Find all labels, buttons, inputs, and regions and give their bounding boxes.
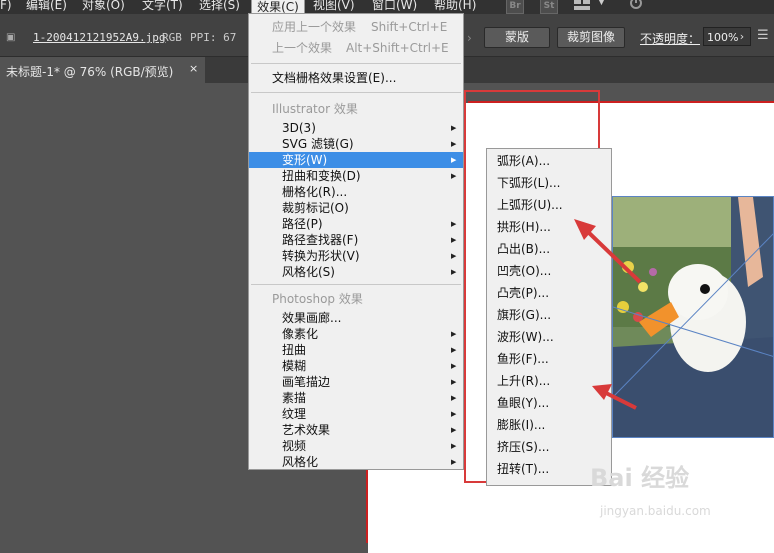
watermark-url: jingyan.baidu.com	[600, 504, 711, 518]
annotation-arrow	[592, 384, 637, 410]
annotation-arrow	[574, 219, 642, 284]
watermark-logo: Bai 经验	[590, 464, 690, 492]
